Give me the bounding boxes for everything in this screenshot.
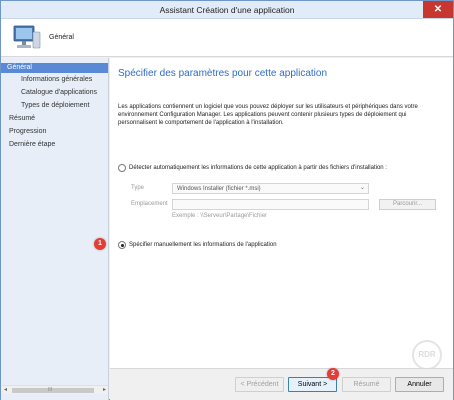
sidebar-scrollbar[interactable]: ◂ III ▸ xyxy=(2,385,108,394)
watermark-logo: RDR xyxy=(412,340,442,370)
summary-button[interactable]: Résumé xyxy=(342,377,391,392)
type-select[interactable]: Windows Installer (fichier *.msi) ⌄ xyxy=(172,183,369,194)
auto-detect-label[interactable]: Détecter automatiquement les information… xyxy=(129,165,387,171)
location-example: Exemple : \\Serveur\Partage\Fichier xyxy=(172,213,268,219)
sidebar-item-app-catalog[interactable]: Catalogue d'applications xyxy=(21,89,97,96)
wizard-footer: < Précédent Suivant > Résumé Annuler xyxy=(110,368,453,400)
main-content: Spécifier des paramètres pour cette appl… xyxy=(110,58,453,368)
sidebar-item-general-info[interactable]: Informations générales xyxy=(21,76,92,83)
sidebar-item-deployment-types[interactable]: Types de déploiement xyxy=(21,102,90,109)
previous-button[interactable]: < Précédent xyxy=(235,377,284,392)
scrollbar-thumb[interactable] xyxy=(12,388,94,393)
chevron-down-icon: ⌄ xyxy=(359,185,365,191)
location-input[interactable] xyxy=(172,199,369,210)
sidebar-item-general[interactable]: Général xyxy=(1,63,108,73)
scrollbar-grip-icon: III xyxy=(48,387,53,393)
scroll-right-icon[interactable]: ▸ xyxy=(103,386,106,395)
type-select-value: Windows Installer (fichier *.msi) xyxy=(177,186,261,192)
scroll-left-icon[interactable]: ◂ xyxy=(4,386,7,395)
section-heading: Spécifier des paramètres pour cette appl… xyxy=(118,68,328,79)
description-text: Les applications contiennent un logiciel… xyxy=(118,104,418,126)
sidebar-item-final-step[interactable]: Dernière étape xyxy=(9,141,55,148)
close-button[interactable]: ✕ xyxy=(423,1,453,18)
step-badge-1: 1 xyxy=(94,238,106,250)
computer-icon xyxy=(13,25,41,49)
sidebar-item-summary[interactable]: Résumé xyxy=(9,115,35,122)
type-label: Type xyxy=(131,185,145,191)
auto-detect-radio[interactable] xyxy=(118,164,126,172)
location-label: Emplacement xyxy=(131,201,168,207)
wizard-sidebar: Général Informations générales Catalogue… xyxy=(1,58,109,400)
cancel-button[interactable]: Annuler xyxy=(395,377,444,392)
title-bar: Assistant Création d'une application ✕ xyxy=(1,1,453,19)
sidebar-item-progress[interactable]: Progression xyxy=(9,128,46,135)
window-title: Assistant Création d'une application xyxy=(159,5,295,15)
page-title: Général xyxy=(49,34,74,41)
step-badge-2: 2 xyxy=(327,368,339,380)
browse-button[interactable]: Parcourir... xyxy=(379,199,436,210)
page-header: Général xyxy=(1,19,453,57)
wizard-window: Assistant Création d'une application ✕ G… xyxy=(0,0,454,400)
manual-radio[interactable] xyxy=(118,241,126,249)
manual-label[interactable]: Spécifier manuellement les informations … xyxy=(129,242,277,248)
